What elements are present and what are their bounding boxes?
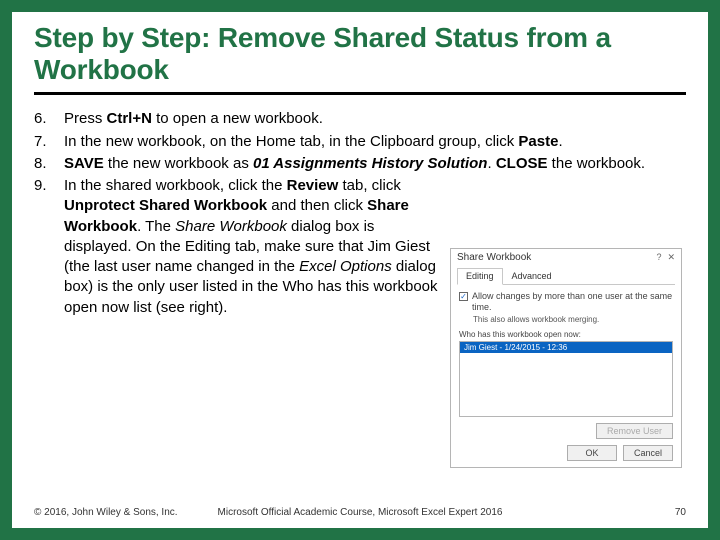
who-open-label: Who has this workbook open now:	[459, 330, 673, 339]
cmd: Unprotect Shared Workbook	[64, 197, 267, 214]
step-text: In the shared workbook, click the Review…	[64, 176, 444, 318]
step-6: 6. Press Ctrl+N to open a new workbook.	[34, 109, 686, 129]
dialog-tabs: Editing Advanced	[457, 268, 675, 285]
page-title: Step by Step: Remove Shared Status from …	[34, 22, 686, 86]
dlg-name: Excel Options	[299, 258, 392, 275]
cmd: Paste	[518, 133, 558, 150]
step-text: Press Ctrl+N to open a new workbook.	[64, 109, 323, 129]
allow-changes-row[interactable]: ✓ Allow changes by more than one user at…	[459, 291, 673, 313]
footer: © 2016, John Wiley & Sons, Inc. Microsof…	[34, 507, 686, 518]
step-num: 7.	[34, 132, 64, 152]
allow-changes-sublabel: This also allows workbook merging.	[473, 315, 673, 324]
step-7: 7. In the new workbook, on the Home tab,…	[34, 132, 686, 152]
course-name: Microsoft Official Academic Course, Micr…	[218, 507, 503, 518]
step-num: 9.	[34, 176, 64, 318]
window-buttons: ? ✕	[656, 252, 675, 263]
step-text: SAVE the new workbook as 01 Assignments …	[64, 154, 645, 174]
t: and then click	[267, 197, 367, 214]
help-icon[interactable]: ?	[656, 252, 661, 263]
filename: 01 Assignments History Solution	[253, 155, 488, 172]
cmd: CLOSE	[496, 155, 548, 172]
title-rule	[34, 92, 686, 95]
step-8: 8. SAVE the new workbook as 01 Assignmen…	[34, 154, 686, 174]
share-workbook-dialog: Share Workbook ? ✕ Editing Advanced ✓ Al…	[450, 248, 682, 468]
user-listbox[interactable]: Jim Giest - 1/24/2015 - 12:36	[459, 341, 673, 417]
t: Press	[64, 110, 107, 127]
dlg-name: Share Workbook	[175, 218, 287, 235]
page-number: 70	[675, 507, 686, 518]
step-num: 8.	[34, 154, 64, 174]
t: to open a new workbook.	[152, 110, 323, 127]
allow-changes-label: Allow changes by more than one user at t…	[472, 291, 673, 313]
ok-cancel-row: OK Cancel	[567, 445, 673, 461]
kbd: Ctrl+N	[107, 110, 152, 127]
step-num: 6.	[34, 109, 64, 129]
t: In the shared workbook, click the	[64, 177, 287, 194]
list-item[interactable]: Jim Giest - 1/24/2015 - 12:36	[460, 342, 672, 353]
t: the new workbook as	[104, 155, 253, 172]
remove-user-button[interactable]: Remove User	[596, 423, 673, 439]
t: In the new workbook, on the Home tab, in…	[64, 133, 518, 150]
slide: Step by Step: Remove Shared Status from …	[12, 12, 708, 528]
tab-editing[interactable]: Editing	[457, 268, 503, 285]
tab-name: Review	[287, 177, 339, 194]
dialog-title: Share Workbook	[457, 252, 531, 263]
copyright: © 2016, John Wiley & Sons, Inc.	[34, 507, 178, 518]
tab-advanced[interactable]: Advanced	[503, 268, 561, 284]
close-icon[interactable]: ✕	[667, 252, 675, 263]
t: the workbook.	[548, 155, 646, 172]
t: .	[558, 133, 562, 150]
cmd: SAVE	[64, 155, 104, 172]
t: .	[487, 155, 495, 172]
t: . The	[137, 218, 175, 235]
checkbox-icon[interactable]: ✓	[459, 292, 468, 301]
step-text: In the new workbook, on the Home tab, in…	[64, 132, 563, 152]
cancel-button[interactable]: Cancel	[623, 445, 673, 461]
ok-button[interactable]: OK	[567, 445, 617, 461]
t: tab, click	[338, 177, 401, 194]
dialog-titlebar: Share Workbook ? ✕	[451, 249, 681, 265]
dialog-buttons: Remove User OK Cancel	[567, 423, 673, 461]
dialog-body: ✓ Allow changes by more than one user at…	[451, 285, 681, 423]
